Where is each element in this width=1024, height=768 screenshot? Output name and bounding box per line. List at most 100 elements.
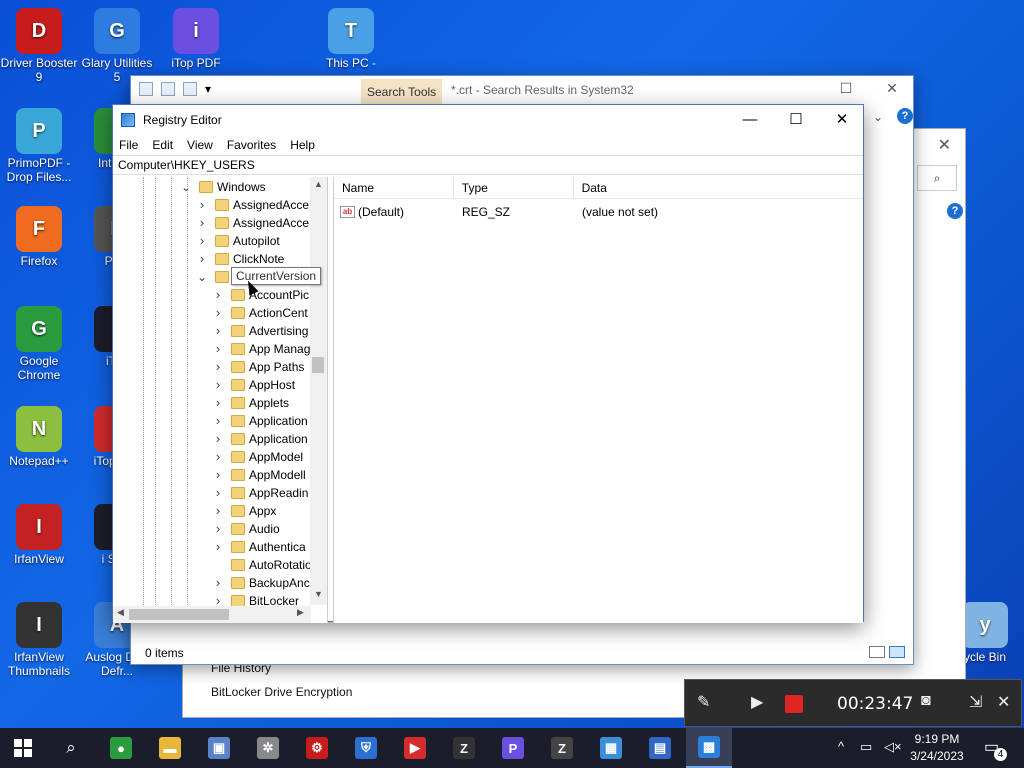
maximize-icon[interactable]: ☐ <box>773 105 819 135</box>
values-list[interactable]: Name Type Data ab (Default) REG_SZ (valu… <box>333 177 863 623</box>
chevron-right-icon[interactable]: › <box>213 340 223 358</box>
system-clock[interactable]: 9:19 PM 3/24/2023 <box>902 731 972 765</box>
tree-node-label: Appx <box>249 504 277 518</box>
column-header-data[interactable]: Data <box>574 177 863 198</box>
chevron-right-icon[interactable]: › <box>197 214 207 232</box>
menu-item[interactable]: Favorites <box>227 138 276 152</box>
tree-vertical-scrollbar[interactable]: ▲ ▼ <box>310 177 327 605</box>
desktop-icon[interactable]: F Firefox <box>0 206 78 268</box>
taskbar-app-driver-booster[interactable]: ⚙ <box>294 728 340 768</box>
menu-item[interactable]: Help <box>290 138 315 152</box>
column-header-type[interactable]: Type <box>454 177 574 198</box>
properties-icon[interactable] <box>161 82 175 96</box>
chevron-right-icon[interactable]: › <box>213 484 223 502</box>
desktop-icon[interactable]: N Notepad++ <box>0 406 78 468</box>
chevron-right-icon[interactable]: › <box>213 412 223 430</box>
taskbar-app-chrome[interactable]: ● <box>98 728 144 768</box>
menu-item[interactable]: View <box>187 138 213 152</box>
chevron-right-icon[interactable]: › <box>213 466 223 484</box>
menu-item[interactable]: Edit <box>152 138 173 152</box>
chevron-right-icon[interactable]: › <box>213 520 223 538</box>
scroll-thumb[interactable] <box>129 609 229 620</box>
scroll-up-icon[interactable]: ▲ <box>310 179 327 189</box>
chevron-right-icon[interactable]: › <box>213 304 223 322</box>
chevron-down-icon[interactable]: ▾ <box>205 82 213 96</box>
taskbar-app-security-shield[interactable]: ⛨ <box>343 728 389 768</box>
desktop-icon[interactable]: I IrfanView <box>0 504 78 566</box>
new-folder-icon[interactable] <box>183 82 197 96</box>
chevron-right-icon[interactable]: › <box>213 538 223 556</box>
chevron-right-icon[interactable]: › <box>213 322 223 340</box>
key-tree[interactable]: › BitLocker › BackupAnc AutoRotatio › Authenti… <box>113 177 328 623</box>
play-icon[interactable]: ▶ <box>751 692 763 712</box>
help-icon[interactable]: ? <box>947 203 963 219</box>
scroll-left-icon[interactable]: ◀ <box>117 607 124 618</box>
folder-icon[interactable] <box>139 82 153 96</box>
pen-icon[interactable]: ✎ <box>697 692 710 712</box>
stop-icon[interactable] <box>785 695 803 713</box>
chevron-right-icon[interactable]: › <box>213 502 223 520</box>
search-icon[interactable]: ⌕ <box>48 728 94 768</box>
chevron-right-icon[interactable]: › <box>213 430 223 448</box>
close-icon[interactable]: ✕ <box>997 692 1010 712</box>
registry-editor-window[interactable]: Registry Editor — ☐ ✕ File Edit View Favori… <box>112 104 865 623</box>
desktop-icon[interactable]: D Driver Booster 9 <box>0 8 78 84</box>
settings-item-bitlocker[interactable]: BitLocker Drive Encryption <box>211 685 352 699</box>
chevron-right-icon[interactable]: › <box>197 232 207 250</box>
scroll-right-icon[interactable]: ▶ <box>297 607 304 618</box>
chevron-right-icon[interactable]: › <box>213 358 223 376</box>
taskbar-app-file-explorer[interactable]: ▬ <box>147 728 193 768</box>
taskbar-app-itop-pdf[interactable]: P <box>490 728 536 768</box>
primopdf-icon: P <box>16 108 62 154</box>
taskbar-app-app-spinner[interactable]: ✲ <box>245 728 291 768</box>
value-type: REG_SZ <box>462 205 511 219</box>
scroll-thumb[interactable] <box>312 357 324 373</box>
list-item[interactable]: ab (Default) REG_SZ (value not set) <box>334 203 864 221</box>
volume-muted-icon[interactable]: ◁× <box>884 739 902 768</box>
chevron-right-icon[interactable]: › <box>197 250 207 268</box>
chevron-down-icon[interactable]: ⌄ <box>873 110 883 124</box>
minimize-icon[interactable]: — <box>727 105 773 135</box>
desktop-icon[interactable]: T This PC - <box>312 8 390 70</box>
taskbar-app-itop-recorder[interactable]: ▶ <box>392 728 438 768</box>
help-icon[interactable]: ? <box>897 108 913 124</box>
address-bar[interactable]: Computer\HKEY_USERS <box>113 155 863 175</box>
close-icon[interactable]: ✕ <box>877 80 907 100</box>
desktop-icon[interactable]: G Google Chrome <box>0 306 78 382</box>
chevron-right-icon[interactable]: › <box>213 394 223 412</box>
desktop-icon[interactable]: G Glary Utilities 5 <box>78 8 156 84</box>
taskbar-app-registry-editor[interactable]: ▩ <box>686 728 732 768</box>
taskbar-app-winzip[interactable]: Z <box>441 728 487 768</box>
camera-icon[interactable]: ◙ <box>921 692 931 710</box>
chevron-up-icon[interactable]: ^ <box>838 739 844 768</box>
menu-item[interactable]: File <box>119 138 138 152</box>
maximize-icon[interactable]: ☐ <box>831 80 861 100</box>
chevron-down-icon[interactable]: ⌄ <box>197 268 207 286</box>
chevron-down-icon[interactable]: ⌄ <box>181 178 191 196</box>
tree-node-label: AssignedAcce <box>233 198 310 212</box>
taskbar-app-system-tool[interactable]: ▤ <box>637 728 683 768</box>
chevron-right-icon[interactable]: › <box>213 574 223 592</box>
chevron-right-icon[interactable]: › <box>213 376 223 394</box>
chevron-right-icon[interactable]: › <box>213 448 223 466</box>
start-button[interactable] <box>0 728 46 768</box>
desktop-icon[interactable]: i iTop PDF <box>157 8 235 70</box>
minimize-to-tray-icon[interactable]: ⇲ <box>969 692 982 712</box>
search-icon[interactable]: ⌕ <box>917 165 957 191</box>
scroll-down-icon[interactable]: ▼ <box>310 589 327 599</box>
tree-horizontal-scrollbar[interactable]: ◀ ▶ <box>113 606 311 623</box>
details-view-icon[interactable] <box>869 646 885 658</box>
desktop-icon[interactable]: P PrimoPDF - Drop Files... <box>0 108 78 184</box>
column-header-name[interactable]: Name <box>334 177 454 198</box>
large-icons-view-icon[interactable] <box>889 646 905 658</box>
taskbar-app-zip-tool[interactable]: Z <box>539 728 585 768</box>
search-tools-tab[interactable]: Search Tools <box>361 79 443 105</box>
network-icon[interactable]: ▭ <box>860 739 872 768</box>
chevron-right-icon[interactable]: › <box>197 196 207 214</box>
chevron-right-icon[interactable]: › <box>213 286 223 304</box>
close-icon[interactable]: ✕ <box>819 105 865 135</box>
taskbar-app-control-panel[interactable]: ▦ <box>588 728 634 768</box>
taskbar-app-installer[interactable]: ▣ <box>196 728 242 768</box>
close-icon[interactable]: ✕ <box>938 135 951 155</box>
desktop-icon[interactable]: I IrfanView Thumbnails <box>0 602 78 678</box>
